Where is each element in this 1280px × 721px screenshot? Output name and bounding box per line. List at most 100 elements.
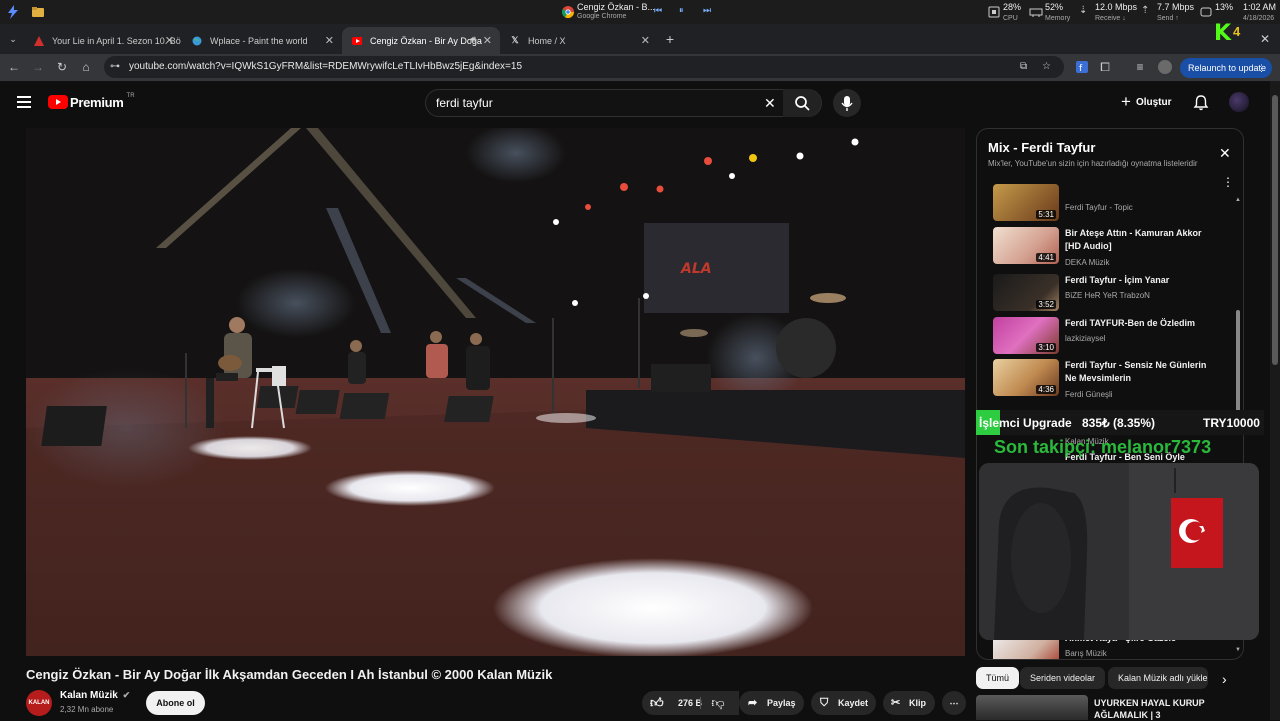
stream-overlay: İşlemci Upgrade 835₺ (8.35%) TRY10000 So… bbox=[976, 410, 1266, 640]
youtube-header: Premium TR ferdi tayfur ✕ + Oluştur bbox=[0, 81, 1270, 123]
folder-app-icon[interactable] bbox=[31, 5, 45, 19]
speaker-icon[interactable]: 🔊︎ bbox=[470, 34, 476, 45]
close-tab-icon[interactable]: ✕ bbox=[641, 34, 650, 47]
lightning-app-icon[interactable] bbox=[6, 5, 20, 19]
playlist-item[interactable]: 3:10 Ferdi TAYFUR-Ben de Özledim lazkizi… bbox=[993, 317, 1223, 357]
system-taskbar: Cengiz Özkan - B... Google Chrome ⏮ ⏸ ⏭ … bbox=[0, 0, 1280, 24]
chips-next-icon[interactable]: › bbox=[1222, 671, 1227, 687]
youtube-logo-icon bbox=[48, 95, 68, 109]
more-actions-icon[interactable]: ⋯ bbox=[942, 691, 966, 715]
latest-follower-text: Son takipçi: melanor7373 bbox=[994, 437, 1212, 457]
close-tab-icon[interactable]: ✕ bbox=[165, 34, 174, 47]
hamburger-menu-icon[interactable] bbox=[17, 95, 31, 108]
chip-all[interactable]: Tümü bbox=[976, 667, 1020, 689]
account-avatar[interactable] bbox=[1229, 92, 1249, 112]
microphone-icon bbox=[841, 96, 853, 111]
kick-logo-icon: K 4 bbox=[1214, 16, 1254, 46]
svg-text:K: K bbox=[1214, 21, 1232, 46]
x-icon: 𝕏 bbox=[511, 35, 519, 45]
video-thumbnail: 5:31 bbox=[993, 184, 1059, 221]
tab-wplace[interactable]: Wplace - Paint the world ✕ bbox=[182, 27, 342, 54]
page-scrollbar[interactable] bbox=[1270, 81, 1280, 720]
plus-icon: + bbox=[1121, 92, 1131, 111]
playlist-item[interactable]: 5:31 Ferdi Tayfur - Topic bbox=[993, 184, 1223, 221]
tab-search-icon[interactable]: ⌄ bbox=[6, 32, 20, 46]
reload-icon[interactable]: ↻ bbox=[55, 60, 69, 74]
scrollbar-thumb[interactable] bbox=[1272, 95, 1278, 365]
share-button[interactable]: ➦ Paylaş bbox=[739, 691, 804, 715]
home-icon[interactable]: ⌂ bbox=[79, 60, 93, 74]
voice-search-button[interactable] bbox=[833, 89, 861, 117]
playlist-more-icon[interactable]: ⋮ bbox=[1222, 175, 1234, 189]
relaunch-update-button[interactable]: Relaunch to update ⋮ bbox=[1180, 58, 1272, 78]
search-button[interactable] bbox=[783, 89, 821, 117]
download-icon: ⇣ bbox=[1079, 5, 1088, 16]
media-app: Google Chrome bbox=[577, 13, 627, 20]
create-button[interactable]: + Oluştur bbox=[1121, 92, 1172, 111]
clip-button[interactable]: ✂ Klip bbox=[883, 691, 935, 715]
install-icon[interactable]: ⧉ bbox=[1020, 56, 1027, 78]
subscribe-button[interactable]: Abone ol bbox=[146, 691, 205, 715]
close-tab-icon[interactable]: ✕ bbox=[325, 34, 334, 47]
playlist-item[interactable]: 3:52 Ferdi Tayfur - İçim Yanar BiZE HeR … bbox=[993, 274, 1223, 314]
chip-channel-uploads[interactable]: Kalan Müzik adlı yükle bbox=[1108, 667, 1208, 689]
youtube-icon bbox=[352, 36, 362, 46]
youtube-premium-logo[interactable]: Premium TR bbox=[48, 93, 135, 110]
chrome-icon bbox=[561, 5, 575, 19]
media-controls-icon[interactable]: ≡ bbox=[1133, 60, 1147, 74]
anime-site-icon bbox=[34, 35, 44, 46]
site-info-icon[interactable]: ⊶ bbox=[110, 56, 120, 78]
playlist-item[interactable]: 4:41 Bir Ateşe Attın - Kamuran Akkor [HD… bbox=[993, 227, 1223, 267]
verified-check-icon: ✔ bbox=[122, 690, 131, 700]
scroll-down-icon[interactable]: ▼ bbox=[1235, 647, 1241, 653]
back-icon[interactable]: ← bbox=[7, 60, 21, 74]
channel-name[interactable]: Kalan Müzik ✔ bbox=[60, 690, 130, 701]
concert-stage-scene: ALA bbox=[26, 128, 965, 656]
video-title: Cengiz Özkan - Bir Ay Doğar İlk Akşamdan… bbox=[26, 667, 553, 682]
extension-badge-icon[interactable]: f bbox=[1075, 60, 1089, 74]
notifications-bell-icon[interactable] bbox=[1193, 94, 1209, 116]
upgrade-goal-bar: İşlemci Upgrade 835₺ (8.35%) TRY10000 bbox=[976, 410, 1264, 435]
recommendation-title[interactable]: UYURKEN HAYAL KURUP AĞLAMALIK | 3 bbox=[1094, 697, 1205, 721]
close-playlist-icon[interactable]: ✕ bbox=[1219, 145, 1231, 162]
new-tab-icon[interactable]: + bbox=[663, 32, 677, 46]
forward-icon[interactable]: → bbox=[31, 60, 45, 74]
bookmark-icon: ⛉ bbox=[820, 697, 829, 709]
previous-track-icon[interactable]: ⏮ bbox=[654, 5, 668, 19]
tab-x[interactable]: 𝕏 Home / X ✕ bbox=[500, 27, 658, 54]
search-input[interactable]: ferdi tayfur ✕ bbox=[425, 89, 822, 117]
video-player[interactable]: ALA bbox=[26, 128, 965, 656]
profile-avatar[interactable] bbox=[1158, 60, 1172, 74]
video-thumbnail: 3:10 bbox=[993, 317, 1059, 354]
clear-search-icon[interactable]: ✕ bbox=[764, 90, 776, 116]
webcam-scene bbox=[979, 463, 1259, 640]
tab-youtube-active[interactable]: Cengiz Özkan - Bir Ay Doğa 🔊︎ ✕ bbox=[342, 27, 500, 54]
playlist-scrollbar-thumb[interactable] bbox=[1236, 310, 1240, 415]
recommendation-thumbnail[interactable] bbox=[976, 695, 1088, 720]
close-tab-icon[interactable]: ✕ bbox=[483, 34, 492, 47]
send-stat: 7.7 Mbps Send ↑ bbox=[1157, 2, 1195, 23]
channel-avatar[interactable]: KALAN bbox=[26, 690, 52, 716]
tab-anime[interactable]: Your Lie in April 1. Sezon 10. Bö ✕ bbox=[24, 27, 182, 54]
more-vert-icon: ⋮ bbox=[1257, 63, 1266, 73]
kick-badge: 4 bbox=[1233, 24, 1241, 39]
scroll-up-icon[interactable]: ▲ bbox=[1235, 197, 1241, 203]
chip-series[interactable]: Seriden videolar bbox=[1020, 667, 1106, 689]
playlist-item[interactable]: 4:36 Ferdi Tayfur - Sensiz Ne Günlerin N… bbox=[993, 359, 1223, 399]
window-close-icon[interactable]: ✕ bbox=[1258, 32, 1272, 46]
save-button[interactable]: ⛉ Kaydet bbox=[811, 691, 876, 715]
extensions-puzzle-icon[interactable]: ⧠ bbox=[1098, 60, 1112, 74]
share-icon: ➦ bbox=[748, 697, 758, 709]
mix-subtitle: Mix'ler, YouTube'un sizin için hazırladı… bbox=[988, 159, 1198, 168]
media-title: Cengiz Özkan - B... bbox=[577, 2, 656, 12]
webcam-feed bbox=[979, 463, 1259, 640]
receive-stat: 12.0 Mbps Receive ↓ bbox=[1095, 2, 1138, 23]
browser-tab-bar: ⌄ Your Lie in April 1. Sezon 10. Bö ✕ Wp… bbox=[0, 21, 1280, 54]
thumbs-down-icon[interactable]: 👎︎ bbox=[706, 691, 730, 715]
video-thumbnail: 3:52 bbox=[993, 274, 1059, 311]
pause-icon[interactable]: ⏸ bbox=[679, 5, 693, 19]
address-bar[interactable]: ⊶ youtube.com/watch?v=IQWkS1GyFRM&list=R… bbox=[104, 56, 1064, 78]
cpu-icon bbox=[987, 5, 1001, 19]
bookmark-star-icon[interactable]: ☆ bbox=[1042, 56, 1051, 78]
next-track-icon[interactable]: ⏭ bbox=[703, 5, 717, 19]
